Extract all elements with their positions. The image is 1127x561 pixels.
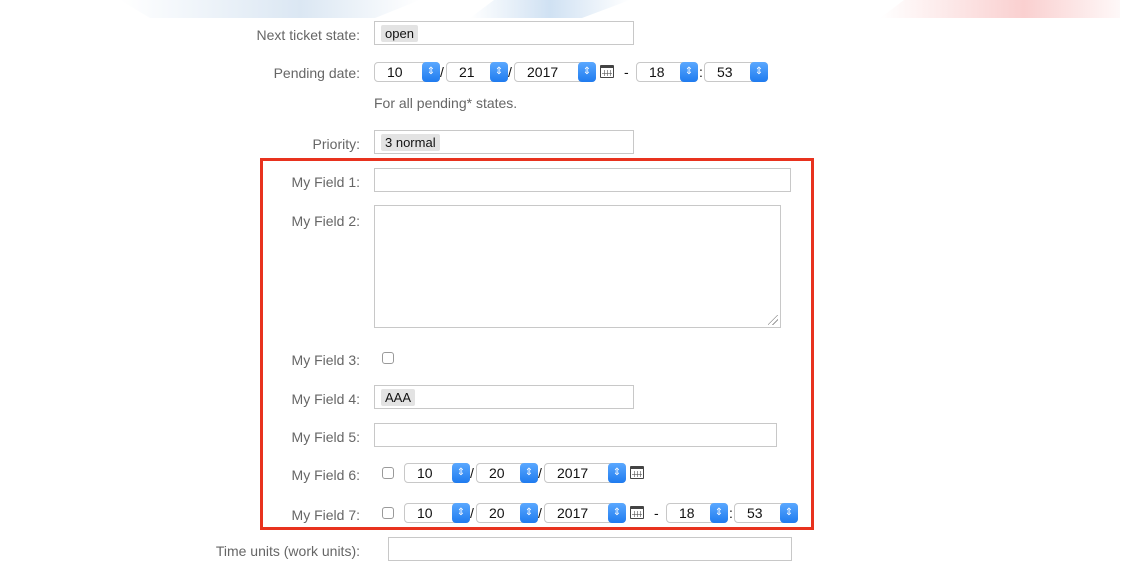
up-down-chevron-icon: ⇕ <box>520 463 538 483</box>
pending-day-select[interactable]: 21 ⇕ <box>446 62 508 82</box>
up-down-chevron-icon: ⇕ <box>520 503 538 523</box>
pending-date-hint: For all pending* states. <box>374 95 518 111</box>
my-field-6-label: My Field 6: <box>291 467 360 483</box>
my-field-6-year-select[interactable]: 2017 ⇕ <box>544 463 626 483</box>
my-field-7-month-select[interactable]: 10 ⇕ <box>404 503 470 523</box>
time-units-input[interactable] <box>388 537 792 561</box>
my-field-3-label: My Field 3: <box>291 352 360 368</box>
priority-value: 3 normal <box>381 134 440 151</box>
date-time-separator: - <box>654 505 659 521</box>
up-down-chevron-icon: ⇕ <box>422 62 440 82</box>
pending-year-select[interactable]: 2017 ⇕ <box>514 62 596 82</box>
header-banner-decoration <box>470 0 630 18</box>
my-field-7-day-value: 20 <box>489 505 505 521</box>
my-field-6-day-value: 20 <box>489 465 505 481</box>
up-down-chevron-icon: ⇕ <box>608 463 626 483</box>
my-field-4-label: My Field 4: <box>291 391 360 407</box>
my-field-5-label: My Field 5: <box>291 429 360 445</box>
my-field-1-label: My Field 1: <box>291 174 360 190</box>
my-field-7-month-value: 10 <box>417 505 433 521</box>
header-banner-decoration <box>880 0 1120 18</box>
date-separator: / <box>508 64 512 80</box>
up-down-chevron-icon: ⇕ <box>452 463 470 483</box>
my-field-6-month-value: 10 <box>417 465 433 481</box>
date-separator: / <box>440 64 444 80</box>
time-separator: : <box>729 505 733 521</box>
my-field-7-year-value: 2017 <box>557 505 589 521</box>
next-state-value: open <box>381 25 418 42</box>
my-field-7-minute-select[interactable]: 53 ⇕ <box>734 503 798 523</box>
up-down-chevron-icon: ⇕ <box>578 62 596 82</box>
my-field-6-year-value: 2017 <box>557 465 589 481</box>
priority-select[interactable]: 3 normal <box>374 130 634 154</box>
my-field-4-select[interactable]: AAA <box>374 385 634 409</box>
my-field-7-hour-value: 18 <box>679 505 695 521</box>
my-field-6-month-select[interactable]: 10 ⇕ <box>404 463 470 483</box>
time-separator: : <box>699 64 703 80</box>
pending-day-value: 21 <box>459 64 475 80</box>
date-separator: / <box>538 465 542 481</box>
pending-month-select[interactable]: 10 ⇕ <box>374 62 440 82</box>
calendar-icon[interactable] <box>630 466 644 479</box>
pending-month-value: 10 <box>387 64 403 80</box>
date-separator: / <box>470 465 474 481</box>
header-banner-decoration <box>120 0 420 18</box>
next-state-label: Next ticket state: <box>256 27 360 43</box>
pending-date-label: Pending date: <box>273 65 360 81</box>
up-down-chevron-icon: ⇕ <box>710 503 728 523</box>
pending-year-value: 2017 <box>527 64 559 80</box>
date-time-separator: - <box>624 64 629 80</box>
my-field-7-day-select[interactable]: 20 ⇕ <box>476 503 538 523</box>
pending-hour-value: 18 <box>649 64 665 80</box>
my-field-2-textarea[interactable] <box>374 205 781 328</box>
my-field-6-checkbox[interactable] <box>382 467 394 479</box>
resize-grip-icon[interactable] <box>768 315 778 325</box>
pending-minute-select[interactable]: 53 ⇕ <box>704 62 768 82</box>
up-down-chevron-icon: ⇕ <box>780 503 798 523</box>
next-state-select[interactable]: open <box>374 21 634 45</box>
up-down-chevron-icon: ⇕ <box>750 62 768 82</box>
my-field-7-hour-select[interactable]: 18 ⇕ <box>666 503 728 523</box>
up-down-chevron-icon: ⇕ <box>608 503 626 523</box>
up-down-chevron-icon: ⇕ <box>452 503 470 523</box>
my-field-7-label: My Field 7: <box>291 507 360 523</box>
date-separator: / <box>538 505 542 521</box>
up-down-chevron-icon: ⇕ <box>490 62 508 82</box>
my-field-7-checkbox[interactable] <box>382 507 394 519</box>
my-field-5-input[interactable] <box>374 423 777 447</box>
my-field-2-label: My Field 2: <box>291 213 360 229</box>
priority-label: Priority: <box>312 136 360 152</box>
calendar-icon[interactable] <box>600 65 614 78</box>
my-field-7-minute-value: 53 <box>747 505 763 521</box>
time-units-label: Time units (work units): <box>215 543 360 559</box>
up-down-chevron-icon: ⇕ <box>680 62 698 82</box>
pending-minute-value: 53 <box>717 64 733 80</box>
my-field-4-value: AAA <box>381 389 416 406</box>
pending-hour-select[interactable]: 18 ⇕ <box>636 62 698 82</box>
my-field-1-input[interactable] <box>374 168 791 192</box>
my-field-3-checkbox[interactable] <box>382 352 394 364</box>
my-field-7-year-select[interactable]: 2017 ⇕ <box>544 503 626 523</box>
date-separator: / <box>470 505 474 521</box>
my-field-6-day-select[interactable]: 20 ⇕ <box>476 463 538 483</box>
calendar-icon[interactable] <box>630 506 644 519</box>
